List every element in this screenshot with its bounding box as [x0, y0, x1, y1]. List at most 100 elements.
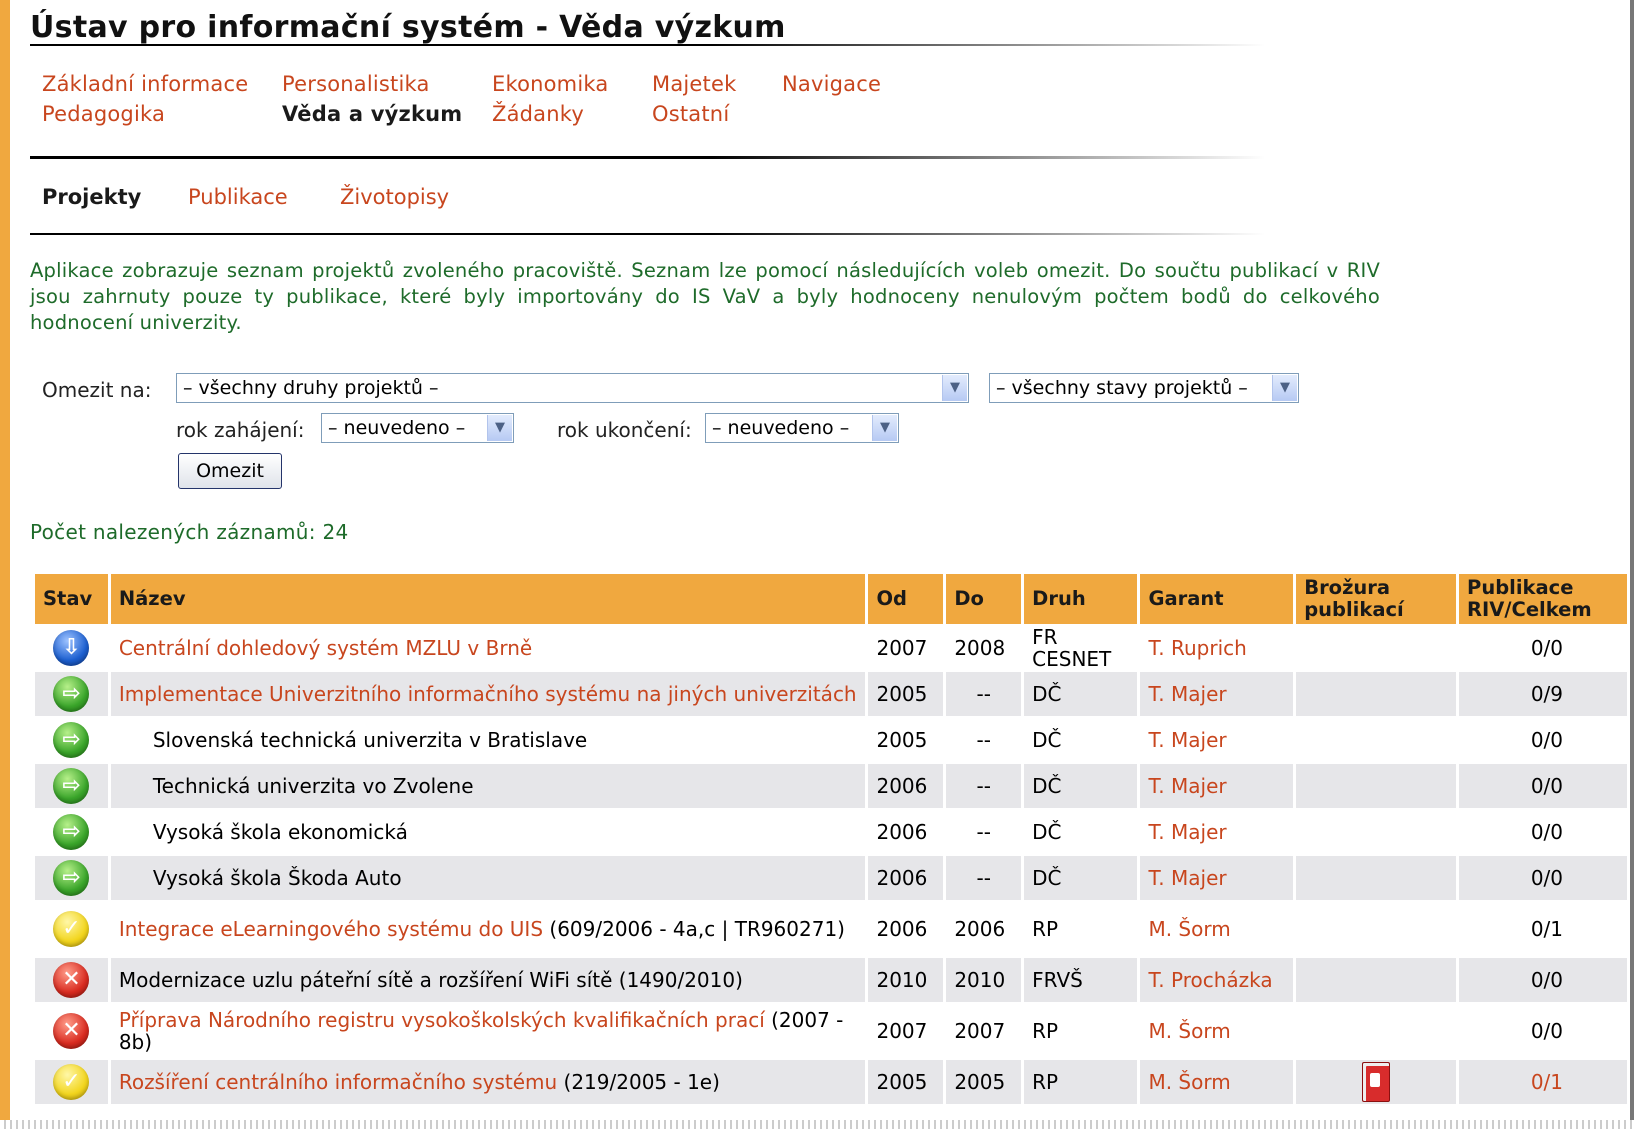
project-name-text: Modernizace uzlu páteřní sítě a rozšířen… — [118, 968, 743, 992]
project-link[interactable]: Integrace eLearningového systému do UIS — [119, 917, 543, 941]
table-row: ⇨ Slovenská technická univerzita v Bratis… — [35, 718, 1627, 764]
column-header: Do — [946, 574, 1022, 626]
project-name-cell: Integrace eLearningového systému do UIS … — [110, 902, 866, 958]
status-cell: ✓ — [35, 902, 108, 958]
chevron-down-icon: ▼ — [487, 415, 512, 441]
project-type: FR CESNET — [1024, 626, 1138, 672]
column-header: Od — [868, 574, 944, 626]
publications-link[interactable]: 0/1 — [1531, 1070, 1563, 1094]
status-cell: ⇨ — [35, 672, 108, 718]
publications-count: 0/0 — [1530, 1019, 1563, 1043]
brochure-cell — [1296, 672, 1457, 718]
year-from: 2006 — [868, 764, 944, 810]
project-type: RP — [1024, 902, 1138, 958]
status-cell: ⇨ — [35, 718, 108, 764]
main-nav-item[interactable]: Ostatní — [652, 102, 729, 126]
guarantor-cell: T. Majer — [1140, 672, 1294, 718]
check-icon: ✓ — [53, 1064, 90, 1100]
guarantor-link[interactable]: M. Šorm — [1148, 1019, 1230, 1043]
guarantor-link[interactable]: T. Ruprich — [1148, 636, 1246, 660]
year-from: 2006 — [868, 856, 944, 902]
guarantor-link[interactable]: T. Majer — [1148, 682, 1226, 706]
filter-button[interactable]: Omezit — [178, 453, 282, 489]
end-year-label: rok ukončení: — [557, 418, 692, 442]
cross-icon: ✕ — [53, 1013, 90, 1049]
main-nav-item[interactable]: Věda a výzkum — [282, 102, 462, 126]
chevron-down-icon: ▼ — [1272, 375, 1297, 401]
publications-count: 0/0 — [1530, 636, 1563, 660]
project-name-text: Vysoká škola Škoda Auto — [152, 866, 402, 890]
year-to: -- — [946, 764, 1022, 810]
publications-count: 0/0 — [1530, 774, 1563, 798]
chevron-down-icon: ▼ — [872, 415, 897, 441]
arrow-icon: ⇨ — [53, 676, 90, 712]
guarantor-link[interactable]: T. Procházka — [1148, 968, 1272, 992]
start-year-select[interactable]: – neuvedeno – ▼ — [321, 413, 514, 443]
publications-cell: 0/0 — [1459, 718, 1627, 764]
guarantor-link[interactable]: T. Majer — [1148, 728, 1226, 752]
sub-nav-divider — [30, 233, 1265, 235]
guarantor-link[interactable]: T. Majer — [1148, 774, 1226, 798]
project-name-cell: Centrální dohledový systém MZLU v Brně — [110, 626, 866, 672]
table-header-row: Stav Název Od Do Druh Garant Brožura publikací… — [35, 574, 1627, 626]
project-type: RP — [1024, 1004, 1138, 1060]
year-from: 2005 — [868, 672, 944, 718]
project-name-text: (609/2006 - 4a,c | TR960271) — [543, 917, 845, 941]
table-row: ⇨ Vysoká škola Škoda Auto 2006 -- DČ T. Majer… — [35, 856, 1627, 902]
guarantor-link[interactable]: M. Šorm — [1148, 1070, 1230, 1094]
tab-projekty[interactable]: Projekty — [42, 185, 141, 209]
project-state-select[interactable]: – všechny stavy projektů – ▼ — [989, 373, 1299, 403]
right-window-edge — [1630, 0, 1634, 1129]
main-nav-item[interactable]: Pedagogika — [42, 102, 165, 126]
column-header: Garant — [1140, 574, 1294, 626]
page-title: Ústav pro informační systém - Věda výzku… — [30, 10, 786, 45]
tab-životopisy[interactable]: Životopisy — [340, 185, 449, 209]
main-nav-item[interactable]: Navigace — [782, 72, 881, 96]
arrow-icon: ⇨ — [53, 814, 90, 850]
main-nav-item[interactable]: Majetek — [652, 72, 736, 96]
project-link[interactable]: Rozšíření centrálního informačního systé… — [119, 1070, 557, 1094]
project-type-select[interactable]: – všechny druhy projektů – ▼ — [176, 373, 969, 403]
publications-cell: 0/0 — [1459, 810, 1627, 856]
guarantor-cell: T. Majer — [1140, 856, 1294, 902]
project-name-cell: Rozšíření centrálního informačního systé… — [110, 1060, 866, 1106]
result-count: Počet nalezených záznamů: 24 — [30, 520, 349, 544]
guarantor-link[interactable]: M. Šorm — [1148, 917, 1230, 941]
year-from: 2006 — [868, 810, 944, 856]
brochure-cell — [1296, 810, 1457, 856]
project-link[interactable]: Příprava Národního registru vysokoškolsk… — [119, 1008, 765, 1032]
column-header: Stav — [35, 574, 108, 626]
project-link[interactable]: Centrální dohledový systém MZLU v Brně — [119, 636, 532, 660]
guarantor-cell: T. Majer — [1140, 810, 1294, 856]
main-nav-item[interactable]: Personalistika — [282, 72, 430, 96]
left-accent-bar — [0, 0, 10, 1129]
project-link[interactable]: Implementace Univerzitního informačního … — [119, 682, 857, 706]
column-header: Druh — [1024, 574, 1138, 626]
projects-table: Stav Název Od Do Druh Garant Brožura publikací… — [32, 574, 1630, 1106]
publications-cell: 0/9 — [1459, 672, 1627, 718]
status-cell: ⇨ — [35, 764, 108, 810]
publications-count: 0/1 — [1530, 917, 1563, 941]
brochure-cell — [1296, 902, 1457, 958]
project-type: DČ — [1024, 764, 1138, 810]
end-year-select[interactable]: – neuvedeno – ▼ — [705, 413, 899, 443]
main-nav-item[interactable]: Žádanky — [492, 102, 584, 126]
table-row: ✕ Modernizace uzlu páteřní sítě a rozšíře… — [35, 958, 1627, 1004]
guarantor-cell: T. Majer — [1140, 764, 1294, 810]
publications-count: 0/9 — [1530, 682, 1563, 706]
publications-cell: 0/0 — [1459, 856, 1627, 902]
guarantor-link[interactable]: T. Majer — [1148, 820, 1226, 844]
project-name-cell: Technická univerzita vo Zvolene — [110, 764, 866, 810]
project-name-cell: Příprava Národního registru vysokoškolsk… — [110, 1004, 866, 1060]
publications-cell: 0/0 — [1459, 626, 1627, 672]
brochure-book-icon[interactable] — [1362, 1062, 1391, 1102]
project-type: DČ — [1024, 856, 1138, 902]
table-row: ⇨ Implementace Univerzitního informačního… — [35, 672, 1627, 718]
year-to: 2007 — [946, 1004, 1022, 1060]
main-nav-item[interactable]: Ekonomika — [492, 72, 608, 96]
guarantor-link[interactable]: T. Majer — [1148, 866, 1226, 890]
tab-publikace[interactable]: Publikace — [188, 185, 288, 209]
project-name-text: Slovenská technická univerzita v Bratisl… — [152, 728, 588, 752]
main-nav-item[interactable]: Základní informace — [42, 72, 248, 96]
project-name-cell: Slovenská technická univerzita v Bratisl… — [110, 718, 866, 764]
